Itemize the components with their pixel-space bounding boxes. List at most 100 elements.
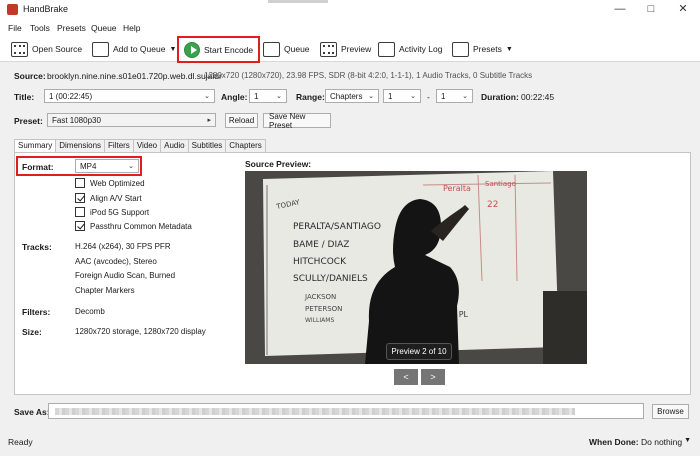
open-source-button[interactable]: Open Source bbox=[8, 38, 85, 60]
whiteboard-name: JACKSON bbox=[304, 293, 336, 301]
maximize-icon[interactable]: □ bbox=[636, 0, 666, 19]
size-value: 1280x720 storage, 1280x720 display bbox=[75, 327, 206, 336]
whiteboard-name: SCULLY/DANIELS bbox=[293, 274, 368, 284]
activity-log-button[interactable]: Activity Log bbox=[375, 38, 445, 60]
range-type-select[interactable]: Chapters ⌄ bbox=[325, 89, 379, 103]
passthru-metadata-option[interactable]: Passthru Common Metadata bbox=[75, 221, 192, 231]
whiteboard-scene: Peralta Santiago 22 TODAY PERALTA/SANTIA… bbox=[245, 171, 587, 364]
angle-select[interactable]: 1 ⌄ bbox=[249, 89, 287, 103]
title-select[interactable]: 1 (00:22:45) ⌄ bbox=[44, 89, 215, 103]
save-new-preset-button[interactable]: Save New Preset bbox=[263, 112, 331, 130]
tab-filters[interactable]: Filters bbox=[104, 139, 134, 152]
preview-icon bbox=[320, 41, 337, 57]
tab-audio[interactable]: Audio bbox=[160, 139, 189, 152]
filters-value: Decomb bbox=[75, 307, 105, 316]
tab-subtitles[interactable]: Subtitles bbox=[187, 139, 227, 152]
preview-counter-badge: Preview 2 of 10 bbox=[386, 343, 452, 360]
range-separator: - bbox=[427, 92, 430, 102]
whiteboard-col2: Santiago bbox=[485, 180, 516, 188]
chevron-down-icon: ⌄ bbox=[204, 93, 210, 100]
window-title: HandBrake bbox=[23, 4, 69, 14]
menu-queue[interactable]: Queue bbox=[91, 23, 117, 33]
source-preview-label: Source Preview: bbox=[245, 159, 312, 169]
track-line: H.264 (x264), 30 FPS PFR bbox=[75, 242, 171, 251]
when-done-select[interactable]: Do nothing ▼ bbox=[641, 437, 691, 447]
browse-button[interactable]: Browse bbox=[652, 404, 689, 419]
chevron-right-icon: ▸ bbox=[207, 117, 211, 124]
chevron-down-icon[interactable]: ▼ bbox=[169, 46, 176, 53]
when-done-label: When Done: bbox=[589, 437, 639, 447]
film-icon bbox=[11, 41, 28, 57]
status-text: Ready bbox=[8, 437, 33, 447]
preview-next-button[interactable]: > bbox=[421, 369, 445, 385]
source-name: brooklyn.nine.nine.s01e01.720p.web.dl.su… bbox=[47, 71, 222, 81]
range-from-select[interactable]: 1 ⌄ bbox=[383, 89, 421, 103]
menu-help[interactable]: Help bbox=[123, 23, 140, 33]
close-icon[interactable]: ✕ bbox=[668, 0, 698, 19]
menu-presets[interactable]: Presets bbox=[57, 23, 86, 33]
angle-label: Angle: bbox=[221, 92, 248, 102]
tab-dimensions[interactable]: Dimensions bbox=[55, 139, 106, 152]
preview-image: Peralta Santiago 22 TODAY PERALTA/SANTIA… bbox=[245, 171, 587, 364]
duration-label: Duration: bbox=[481, 92, 519, 102]
tab-summary[interactable]: Summary bbox=[14, 139, 57, 153]
whiteboard-name: WILLIAMS bbox=[305, 317, 334, 324]
checkbox[interactable] bbox=[75, 178, 85, 188]
chevron-down-icon[interactable]: ▼ bbox=[506, 46, 513, 53]
whiteboard-name: PERALTA/SANTIAGO bbox=[293, 222, 381, 232]
checkbox[interactable] bbox=[75, 207, 85, 217]
filters-label: Filters: bbox=[22, 307, 51, 317]
checkbox-checked[interactable] bbox=[75, 221, 85, 231]
play-icon bbox=[184, 41, 200, 58]
whiteboard-name: BAME / DIAZ bbox=[293, 240, 349, 250]
whiteboard-name: PETERSON bbox=[305, 305, 342, 313]
source-info: 1280x720 (1280x720), 23.98 FPS, SDR (8-b… bbox=[204, 71, 533, 80]
presets-button[interactable]: Presets ▼ bbox=[449, 38, 516, 60]
preset-label: Preset: bbox=[14, 116, 43, 126]
checkbox-checked[interactable] bbox=[75, 193, 85, 203]
add-queue-icon bbox=[92, 41, 109, 57]
menu-tools[interactable]: Tools bbox=[30, 23, 50, 33]
handbrake-logo-icon bbox=[7, 4, 18, 15]
tracks-label: Tracks: bbox=[22, 242, 52, 252]
tab-strip: Summary Dimensions Filters Video Audio S… bbox=[14, 139, 266, 153]
drag-handle[interactable] bbox=[268, 0, 328, 3]
track-line: Foreign Audio Scan, Burned bbox=[75, 271, 176, 280]
format-select[interactable]: MP4 ⌄ bbox=[75, 159, 139, 173]
start-encode-button[interactable]: Start Encode bbox=[177, 36, 261, 63]
save-as-label: Save As: bbox=[14, 407, 50, 417]
whiteboard-name: HITCHCOCK bbox=[293, 257, 347, 267]
tab-chapters[interactable]: Chapters bbox=[225, 139, 266, 152]
log-icon bbox=[378, 41, 395, 57]
title-label: Title: bbox=[14, 92, 35, 102]
web-optimized-option[interactable]: Web Optimized bbox=[75, 178, 145, 188]
chevron-down-icon: ⌄ bbox=[368, 93, 374, 100]
track-line: AAC (avcodec), Stereo bbox=[75, 257, 157, 266]
blurred-path-text bbox=[55, 408, 575, 415]
range-to-select[interactable]: 1 ⌄ bbox=[436, 89, 473, 103]
ipod-support-option[interactable]: iPod 5G Support bbox=[75, 207, 149, 217]
preview-prev-button[interactable]: < bbox=[394, 369, 418, 385]
align-av-start-option[interactable]: Align A/V Start bbox=[75, 193, 142, 203]
tab-video[interactable]: Video bbox=[132, 139, 162, 152]
preview-button[interactable]: Preview bbox=[317, 38, 374, 60]
minimize-icon[interactable]: — bbox=[605, 0, 635, 19]
add-to-queue-button[interactable]: Add to Queue ▼ bbox=[89, 38, 179, 60]
reload-button[interactable]: Reload bbox=[225, 113, 258, 128]
whiteboard-score: 22 bbox=[487, 200, 498, 210]
menu-file[interactable]: File bbox=[8, 23, 22, 33]
size-label: Size: bbox=[22, 327, 42, 337]
presets-icon bbox=[452, 41, 469, 57]
track-line: Chapter Markers bbox=[75, 286, 135, 295]
chevron-down-icon: ⌄ bbox=[410, 93, 416, 100]
save-path-input[interactable] bbox=[48, 403, 644, 419]
duration-value: 00:22:45 bbox=[521, 92, 555, 102]
whiteboard-col1: Peralta bbox=[443, 184, 471, 193]
queue-button[interactable]: Queue bbox=[260, 38, 313, 60]
chevron-down-icon: ▼ bbox=[684, 437, 692, 444]
title-bar bbox=[0, 0, 700, 19]
source-label: Source: bbox=[14, 71, 46, 81]
preset-select[interactable]: Fast 1080p30 ▸ bbox=[47, 113, 216, 127]
chevron-down-icon: ⌄ bbox=[128, 163, 134, 170]
queue-icon bbox=[263, 41, 280, 57]
